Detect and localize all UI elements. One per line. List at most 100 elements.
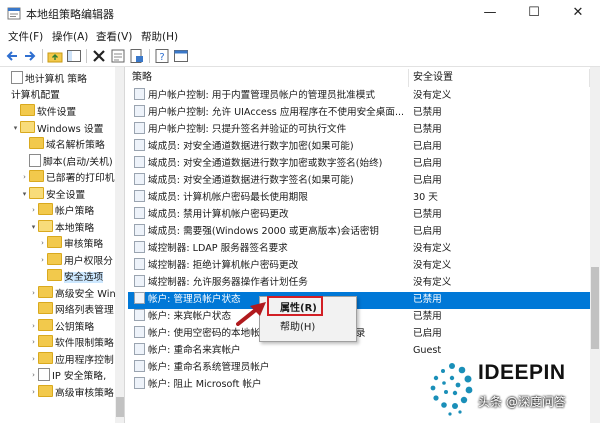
- tree-item-label: 应用程序控制: [55, 354, 114, 366]
- tree-item[interactable]: 安全选项: [38, 269, 104, 284]
- tree-expander-icon[interactable]: ›: [29, 368, 38, 383]
- policy-name: 域控制器: 允许服务器操作者计划任务: [148, 277, 308, 288]
- back-arrow-icon[interactable]: [4, 48, 20, 64]
- policy-setting-value: 已禁用: [413, 311, 442, 322]
- filter-view-icon[interactable]: [173, 48, 189, 64]
- tree-item[interactable]: ▾ Windows 设置: [11, 120, 104, 136]
- policy-row[interactable]: 域成员: 需要强(Windows 2000 或更高版本)会话密钥 已启用: [128, 224, 590, 241]
- forward-arrow-icon[interactable]: [22, 48, 38, 64]
- help-icon[interactable]: ?: [154, 48, 170, 64]
- folder-icon: [38, 219, 53, 232]
- tree-expander-icon[interactable]: ▾: [20, 187, 29, 202]
- policy-row[interactable]: 域控制器: 允许服务器操作者计划任务 没有定义: [128, 275, 590, 292]
- policy-row[interactable]: 帐户: 管理员帐户状态 已禁用: [128, 292, 590, 309]
- tree-expander-icon[interactable]: ›: [29, 385, 38, 400]
- folder-icon: [38, 285, 53, 298]
- tree-item-label: 本地策略: [55, 222, 95, 234]
- policy-name: 域成员: 对安全通道数据进行数字签名(如果可能): [148, 175, 354, 186]
- menu-help[interactable]: 帮助(H): [141, 29, 178, 44]
- tree-item-label: 计算机配置: [11, 89, 60, 101]
- menu-view[interactable]: 查看(V): [96, 29, 132, 44]
- tree-item[interactable]: 网络列表管理: [29, 302, 114, 317]
- properties-icon[interactable]: [110, 48, 126, 64]
- tree-item-label: 地计算机 策略: [25, 74, 87, 85]
- policy-row[interactable]: 域成员: 禁用计算机帐户密码更改 已禁用: [128, 207, 590, 224]
- policy-setting-value: 已启用: [413, 158, 442, 169]
- policy-row[interactable]: 域成员: 计算机帐户密码最长使用期限 30 天: [128, 190, 590, 207]
- menu-file[interactable]: 文件(F): [8, 29, 43, 44]
- tree-item[interactable]: ▾ 本地策略: [29, 219, 95, 235]
- policy-row[interactable]: 域成员: 对安全通道数据进行数字加密(如果可能) 已启用: [128, 139, 590, 156]
- policy-name: 用户帐户控制: 用于内置管理员帐户的管理员批准模式: [148, 90, 375, 101]
- close-button[interactable]: ✕: [556, 0, 600, 26]
- policy-row[interactable]: 域成员: 对安全通道数据进行数字签名(如果可能) 已启用: [128, 173, 590, 190]
- policy-row[interactable]: 用户帐户控制: 只提升签名并验证的可执行文件 已禁用: [128, 122, 590, 139]
- policy-setting-value: 没有定义: [413, 90, 452, 101]
- policy-editor-app-icon: [7, 7, 21, 20]
- folder-icon: [47, 269, 62, 281]
- tree-expander-icon[interactable]: ›: [29, 286, 38, 301]
- show-hide-tree-icon[interactable]: [66, 48, 82, 64]
- tree-item[interactable]: › 帐户策略: [29, 203, 94, 218]
- tree-expander-icon[interactable]: ▾: [29, 220, 38, 235]
- tree-item[interactable]: 域名解析策略: [20, 137, 105, 152]
- policy-row[interactable]: 帐户: 使用空密码的本地帐户只允许进行控制台登录 已启用: [128, 326, 590, 343]
- policy-name: 域控制器: 拒绝计算机帐户密码更改: [148, 260, 299, 271]
- policy-row[interactable]: 域控制器: 拒绝计算机帐户密码更改 没有定义: [128, 258, 590, 275]
- folder-icon: [38, 384, 53, 397]
- folder-icon: [20, 120, 35, 133]
- delete-icon[interactable]: [91, 48, 107, 64]
- export-list-icon[interactable]: [129, 48, 145, 64]
- policy-name: 域成员: 计算机帐户密码最长使用期限: [148, 192, 308, 203]
- tree-scroll-thumb[interactable]: [116, 397, 124, 417]
- tree-expander-icon[interactable]: ›: [38, 253, 47, 268]
- tree-item[interactable]: 软件设置: [11, 104, 76, 119]
- maximize-button[interactable]: ☐: [512, 0, 556, 26]
- tree-expander-icon[interactable]: ›: [38, 236, 47, 251]
- tree-item[interactable]: 地计算机 策略: [2, 71, 87, 86]
- tree-item[interactable]: ▾ 安全设置: [20, 186, 85, 202]
- column-header-policy[interactable]: 策略: [128, 69, 409, 87]
- tree-item[interactable]: › 软件限制策略: [29, 335, 114, 350]
- tree-expander-icon[interactable]: ›: [29, 335, 38, 350]
- tree-item[interactable]: › 用户权限分: [38, 252, 113, 268]
- tree-item-label: Windows 设置: [37, 123, 104, 135]
- highlight-box: [267, 296, 323, 316]
- policy-setting-icon: [134, 377, 145, 389]
- policy-row[interactable]: 域成员: 对安全通道数据进行数字加密或数字签名(始终) 已启用: [128, 156, 590, 173]
- tree-item-label: IP 安全策略,: [52, 371, 107, 382]
- policy-setting-value: 已禁用: [413, 124, 442, 135]
- tree-item[interactable]: › IP 安全策略,: [29, 368, 106, 383]
- folder-icon: [38, 351, 53, 364]
- pointer-arrow-icon: [236, 302, 266, 326]
- policy-name: 帐户: 来宾帐户状态: [148, 311, 232, 322]
- tree-expander-icon[interactable]: ▾: [11, 121, 20, 136]
- tree-item[interactable]: 脚本(启动/关机): [20, 153, 113, 169]
- menu-action[interactable]: 操作(A): [52, 29, 88, 44]
- tree-expander-icon[interactable]: ›: [29, 352, 38, 367]
- tree-item[interactable]: › 审核策略: [38, 236, 103, 251]
- tree-expander-icon[interactable]: ›: [20, 170, 29, 185]
- policy-row[interactable]: 用户帐户控制: 用于内置管理员帐户的管理员批准模式 没有定义: [128, 88, 590, 105]
- tree-item[interactable]: 计算机配置: [2, 88, 60, 103]
- tree-item[interactable]: › 应用程序控制: [29, 351, 114, 367]
- tree-item[interactable]: › 已部署的打印机: [20, 170, 115, 185]
- tree-expander-icon[interactable]: ›: [29, 203, 38, 218]
- dot-spiral-logo-icon: [430, 363, 473, 416]
- tree-item-label: 域名解析策略: [46, 140, 105, 151]
- policy-row[interactable]: 域控制器: LDAP 服务器签名要求 没有定义: [128, 241, 590, 258]
- tree-expander-icon[interactable]: ›: [29, 319, 38, 334]
- up-folder-icon[interactable]: [47, 48, 63, 64]
- tree-item[interactable]: › 高级审核策略: [29, 384, 114, 400]
- tree-item[interactable]: › 公钥策略: [29, 318, 94, 334]
- context-menu-help[interactable]: 帮助(H): [260, 319, 356, 337]
- minimize-button[interactable]: —: [468, 0, 512, 26]
- policy-setting-value: 没有定义: [413, 277, 452, 288]
- list-scroll-thumb[interactable]: [591, 267, 599, 349]
- policy-row[interactable]: 帐户: 来宾帐户状态 已禁用: [128, 309, 590, 326]
- policy-row[interactable]: 用户帐户控制: 允许 UIAccess 应用程序在不使用安全桌面... 已禁用: [128, 105, 590, 122]
- column-header-setting[interactable]: 安全设置: [409, 69, 590, 87]
- tree-scrollbar[interactable]: [115, 67, 124, 423]
- tree-item-label: 高级审核策略: [55, 387, 114, 399]
- tree-item[interactable]: › 高级安全 Win: [29, 285, 116, 301]
